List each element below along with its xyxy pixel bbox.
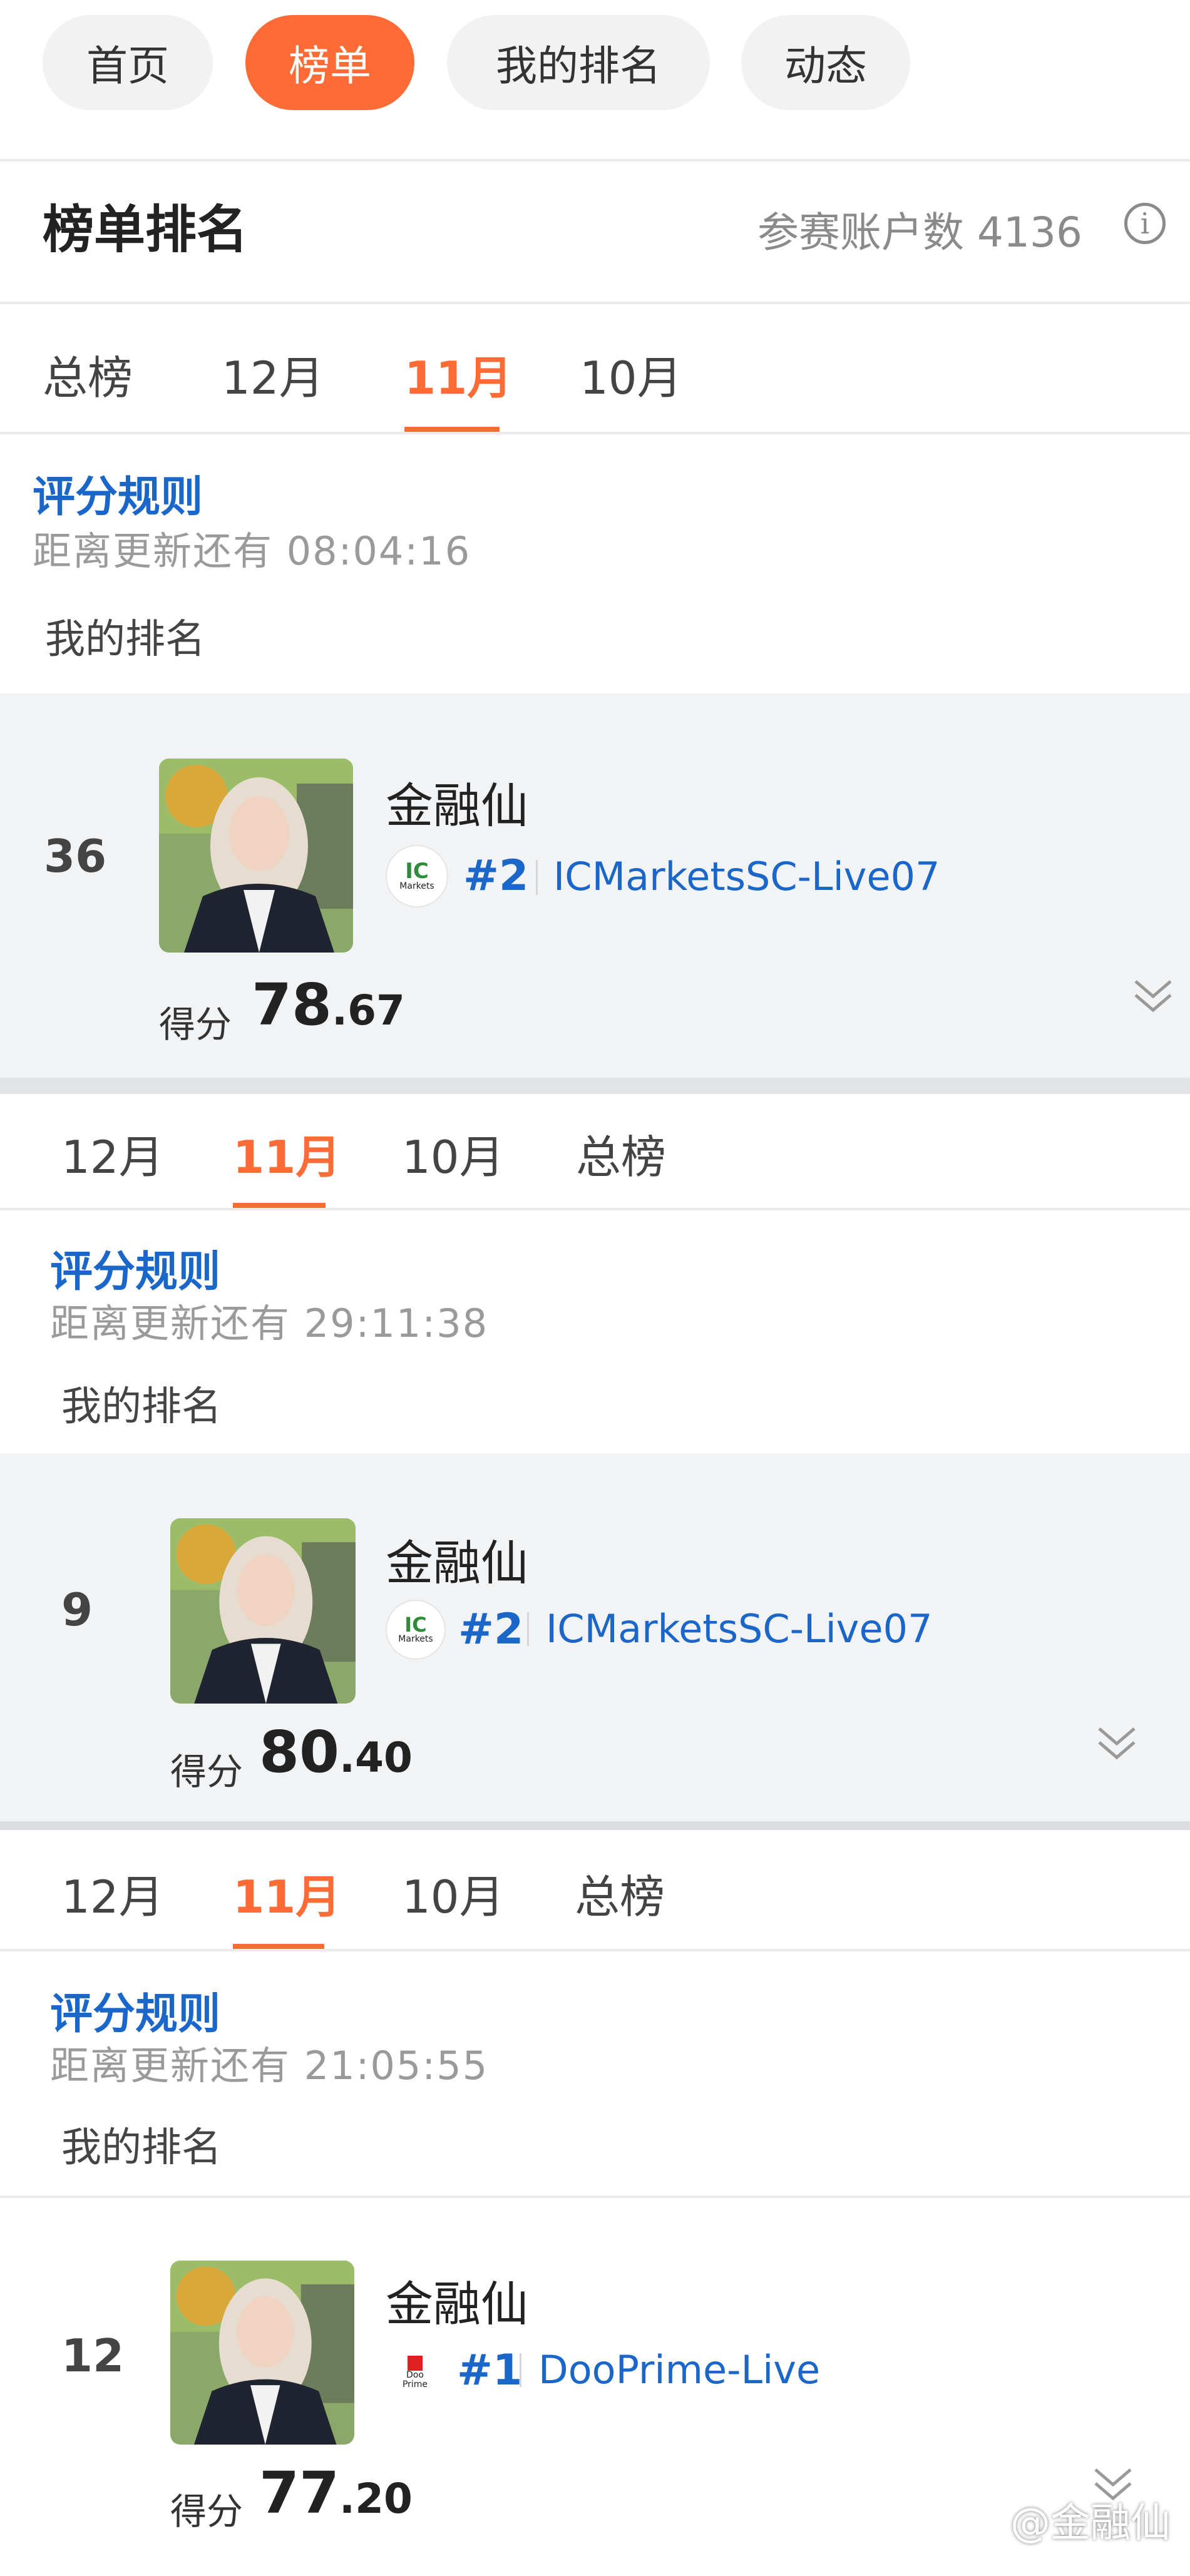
tab-november[interactable]: 11月 (233, 1860, 341, 1926)
score-integer: 78 (252, 971, 332, 1038)
broker-position: #2 (458, 1605, 524, 1654)
nav-feed[interactable]: 动态 (741, 15, 910, 110)
avatar[interactable] (170, 1518, 356, 1704)
my-rank-label: 我的排名 (61, 2125, 222, 2171)
update-countdown: 距离更新还有 08:04:16 (33, 528, 471, 574)
avatar-photo (159, 759, 353, 953)
participant-count: 参赛账户数 4136 (757, 208, 1082, 257)
tab-total[interactable]: 总榜 (43, 341, 133, 407)
score-decimal: .20 (339, 2475, 413, 2523)
divider (0, 2195, 1190, 2198)
rank-number: 9 (61, 1583, 93, 1636)
tab-december[interactable]: 12月 (61, 1120, 164, 1186)
tab-october[interactable]: 10月 (402, 1860, 505, 1926)
broker-logo-icon: Doo Prime (388, 2346, 442, 2400)
broker-position: #2 (463, 851, 529, 901)
avatar-photo (170, 1518, 356, 1704)
tab-total[interactable]: 总榜 (576, 1120, 666, 1186)
avatar-photo (170, 2261, 354, 2445)
update-countdown: 距离更新还有 21:05:55 (50, 2043, 489, 2088)
update-countdown: 距离更新还有 29:11:38 (50, 1301, 489, 1346)
active-tab-underline (233, 1944, 324, 1949)
my-rank-label: 我的排名 (45, 616, 205, 663)
broker-logo-mark: IC (405, 859, 429, 884)
score-label: 得分 (159, 1003, 232, 1046)
broker-logo-text: Markets (398, 1634, 433, 1645)
broker-logo-mark (408, 2355, 423, 2371)
tab-december[interactable]: 12月 (222, 341, 324, 407)
score-decimal: .40 (339, 1734, 413, 1782)
zhihu-logo-icon (980, 2507, 1007, 2531)
broker-logo-icon: IC Markets (386, 1600, 446, 1660)
avatar[interactable] (170, 2261, 354, 2445)
broker-position: #1 (457, 2346, 523, 2395)
tab-october[interactable]: 10月 (580, 341, 682, 407)
tab-total[interactable]: 总榜 (575, 1860, 665, 1926)
score-integer: 77 (259, 2460, 340, 2527)
account-name[interactable]: ICMarketsSC-Live07 (546, 1606, 933, 1652)
user-name[interactable]: 金融仙 (386, 1525, 528, 1593)
watermark: @金融仙 (977, 2491, 1171, 2548)
active-tab-underline (404, 427, 500, 432)
broker-logo-text: Markets (399, 881, 434, 892)
user-name[interactable]: 金融仙 (386, 767, 528, 836)
scoring-rules-link[interactable]: 评分规则 (50, 1979, 220, 2041)
section-gap (0, 1078, 1190, 1094)
score-label: 得分 (170, 1751, 244, 1793)
rank-number: 36 (44, 830, 107, 882)
score-value: 77.20 (259, 2460, 413, 2527)
section-gap (0, 1821, 1190, 1830)
score-value: 80.40 (259, 1719, 413, 1786)
broker-logo-icon: IC Markets (386, 845, 448, 907)
broker-logo-text: Doo (406, 2369, 424, 2380)
nav-leaderboard[interactable]: 榜单 (245, 15, 414, 110)
separator (520, 2353, 521, 2387)
info-circle-icon[interactable]: i (1124, 203, 1166, 244)
account-name[interactable]: ICMarketsSC-Live07 (553, 854, 940, 899)
tab-november[interactable]: 11月 (233, 1120, 341, 1186)
broker-logo-mark: IC (404, 1613, 427, 1637)
rank-number: 12 (61, 2329, 125, 2382)
divider (0, 432, 1190, 434)
double-chevron-down-icon[interactable] (1097, 1725, 1137, 1762)
user-name[interactable]: 金融仙 (386, 2266, 528, 2334)
active-tab-underline (233, 1203, 326, 1208)
score-decimal: .67 (332, 986, 405, 1035)
separator (536, 860, 538, 895)
score-integer: 80 (259, 1719, 340, 1786)
double-chevron-down-icon[interactable] (1133, 978, 1173, 1015)
scoring-rules-link[interactable]: 评分规则 (33, 462, 203, 524)
separator (527, 1612, 529, 1646)
score-value: 78.67 (252, 971, 405, 1038)
nav-my-rank[interactable]: 我的排名 (447, 15, 710, 110)
watermark-text: @金融仙 (1010, 2500, 1171, 2547)
tab-october[interactable]: 10月 (402, 1120, 505, 1186)
divider (0, 1208, 1190, 1210)
tab-november[interactable]: 11月 (404, 341, 512, 407)
account-name[interactable]: DooPrime-Live (538, 2347, 820, 2393)
divider (0, 1949, 1190, 1951)
page-title: 榜单排名 (43, 200, 249, 260)
broker-logo-text: Prime (402, 2379, 428, 2389)
divider (0, 159, 1190, 161)
tab-december[interactable]: 12月 (61, 1860, 164, 1926)
avatar[interactable] (159, 759, 353, 953)
scoring-rules-link[interactable]: 评分规则 (50, 1237, 220, 1299)
divider (0, 302, 1190, 304)
my-rank-label: 我的排名 (61, 1384, 222, 1430)
score-label: 得分 (170, 2490, 244, 2533)
nav-home[interactable]: 首页 (43, 15, 213, 110)
